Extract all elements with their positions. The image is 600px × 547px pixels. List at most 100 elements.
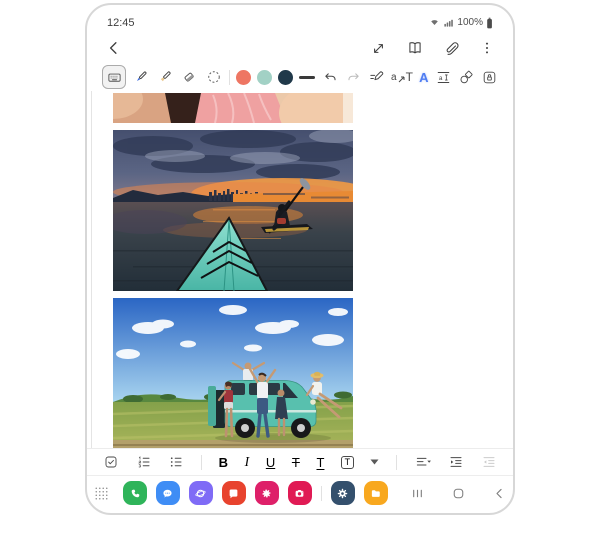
back-button[interactable]: [105, 39, 123, 57]
undo-icon: [322, 69, 339, 86]
signal-icon: [443, 17, 454, 28]
pen-toolbar: a T A a: [87, 59, 513, 91]
color-swatch-coral[interactable]: [236, 70, 251, 85]
font-dropdown-button[interactable]: [370, 459, 379, 465]
gallery-icon: [259, 486, 274, 501]
eraser-icon: [180, 68, 198, 86]
checkbox-icon: [103, 454, 119, 470]
numbered-list-button[interactable]: [136, 454, 152, 470]
eraser-tool-button[interactable]: [180, 68, 198, 86]
reading-mode-button[interactable]: [406, 39, 424, 57]
toolbar-divider: [201, 455, 202, 470]
lock-icon: [481, 69, 498, 86]
convert-to-text-button[interactable]: a T: [391, 71, 413, 83]
underline-button[interactable]: U: [266, 455, 275, 470]
stroke-width-icon: [299, 76, 315, 79]
notes-icon: [226, 486, 241, 501]
taskbar-divider: [321, 486, 322, 501]
redo-icon: [345, 69, 362, 86]
line-spacing-button[interactable]: a: [435, 69, 452, 86]
photo-van-friends[interactable]: [113, 298, 353, 448]
recents-button[interactable]: [410, 486, 425, 501]
bulleted-list-button[interactable]: [168, 454, 184, 470]
format-toolbar: B I U T T T: [87, 448, 513, 475]
strikethrough-button[interactable]: T: [292, 455, 300, 470]
indent-decrease-button[interactable]: [481, 454, 497, 470]
shape-recognition-button[interactable]: [458, 69, 475, 86]
home-button[interactable]: [451, 486, 466, 501]
lock-mode-button[interactable]: [481, 69, 498, 86]
redo-button[interactable]: [345, 69, 362, 86]
battery-icon: [486, 17, 493, 29]
pen-icon: [132, 68, 150, 86]
undo-button[interactable]: [322, 69, 339, 86]
my-files-app-button[interactable]: [364, 481, 388, 505]
straighten-button[interactable]: [368, 69, 385, 86]
bold-button[interactable]: B: [219, 455, 228, 470]
shape-recognition-icon: [458, 69, 475, 86]
handwriting-assist-icon: A: [419, 70, 428, 85]
dropdown-icon: [370, 459, 379, 465]
photo-people-closeup[interactable]: [113, 93, 353, 123]
lasso-select-icon: [205, 68, 223, 86]
messages-app-button[interactable]: [156, 481, 180, 505]
line-spacing-icon: a: [435, 69, 452, 86]
indent-increase-icon: [448, 454, 464, 470]
numbered-list-icon: [136, 454, 152, 470]
phone-app-button[interactable]: [123, 481, 147, 505]
settings-gear-icon: [335, 486, 350, 501]
text-box-icon: T: [341, 456, 354, 469]
phone-icon: [127, 486, 142, 501]
internet-icon: [193, 486, 208, 501]
wifi-icon: [429, 17, 440, 28]
device-frame: 12:45 100%: [85, 3, 515, 515]
text-style-button[interactable]: T: [316, 455, 324, 470]
bulleted-list-icon: [168, 454, 184, 470]
checkbox-list-button[interactable]: [103, 454, 119, 470]
convert-t-glyph: T: [406, 71, 413, 83]
app-drawer-button[interactable]: [94, 486, 109, 501]
attachment-button[interactable]: [443, 40, 460, 57]
highlighter-tool-button[interactable]: [156, 68, 174, 86]
messages-icon: [160, 486, 175, 501]
color-swatch-mint[interactable]: [257, 70, 272, 85]
svg-text:a: a: [439, 74, 443, 81]
camera-icon: [292, 486, 307, 501]
stroke-width-button[interactable]: [299, 76, 315, 79]
settings-app-button[interactable]: [331, 481, 355, 505]
pen-tool-button[interactable]: [132, 68, 150, 86]
handwriting-assist-button[interactable]: A: [419, 70, 428, 85]
app-grid-icon: [94, 486, 109, 501]
align-button[interactable]: [414, 454, 432, 470]
more-options-button[interactable]: [479, 40, 495, 56]
indent-decrease-icon: [481, 454, 497, 470]
color-swatch-navy[interactable]: [278, 70, 293, 85]
status-time: 12:45: [107, 17, 135, 29]
back-nav-button[interactable]: [492, 486, 507, 501]
note-canvas[interactable]: [87, 91, 513, 448]
expand-button[interactable]: [370, 40, 387, 57]
internet-app-button[interactable]: [189, 481, 213, 505]
align-icon: [414, 454, 432, 470]
keyboard-icon: [107, 70, 122, 85]
back-icon: [492, 486, 507, 501]
straighten-icon: [368, 69, 385, 86]
italic-button[interactable]: I: [245, 454, 250, 470]
indent-increase-button[interactable]: [448, 454, 464, 470]
toolbar-divider: [229, 70, 230, 85]
convert-a-glyph: a: [391, 73, 397, 83]
text-box-button[interactable]: T: [341, 456, 354, 469]
note-header: [87, 31, 513, 59]
toolbar-divider: [396, 455, 397, 470]
recents-icon: [410, 486, 425, 501]
battery-percent: 100%: [457, 17, 483, 28]
notes-app-button[interactable]: [222, 481, 246, 505]
lasso-select-button[interactable]: [205, 68, 223, 86]
keyboard-tool-button[interactable]: [102, 65, 126, 89]
photo-kayak-sunset[interactable]: [113, 130, 353, 291]
camera-app-button[interactable]: [288, 481, 312, 505]
home-icon: [451, 486, 466, 501]
gallery-app-button[interactable]: [255, 481, 279, 505]
status-bar: 12:45 100%: [87, 5, 513, 31]
highlighter-icon: [156, 68, 174, 86]
